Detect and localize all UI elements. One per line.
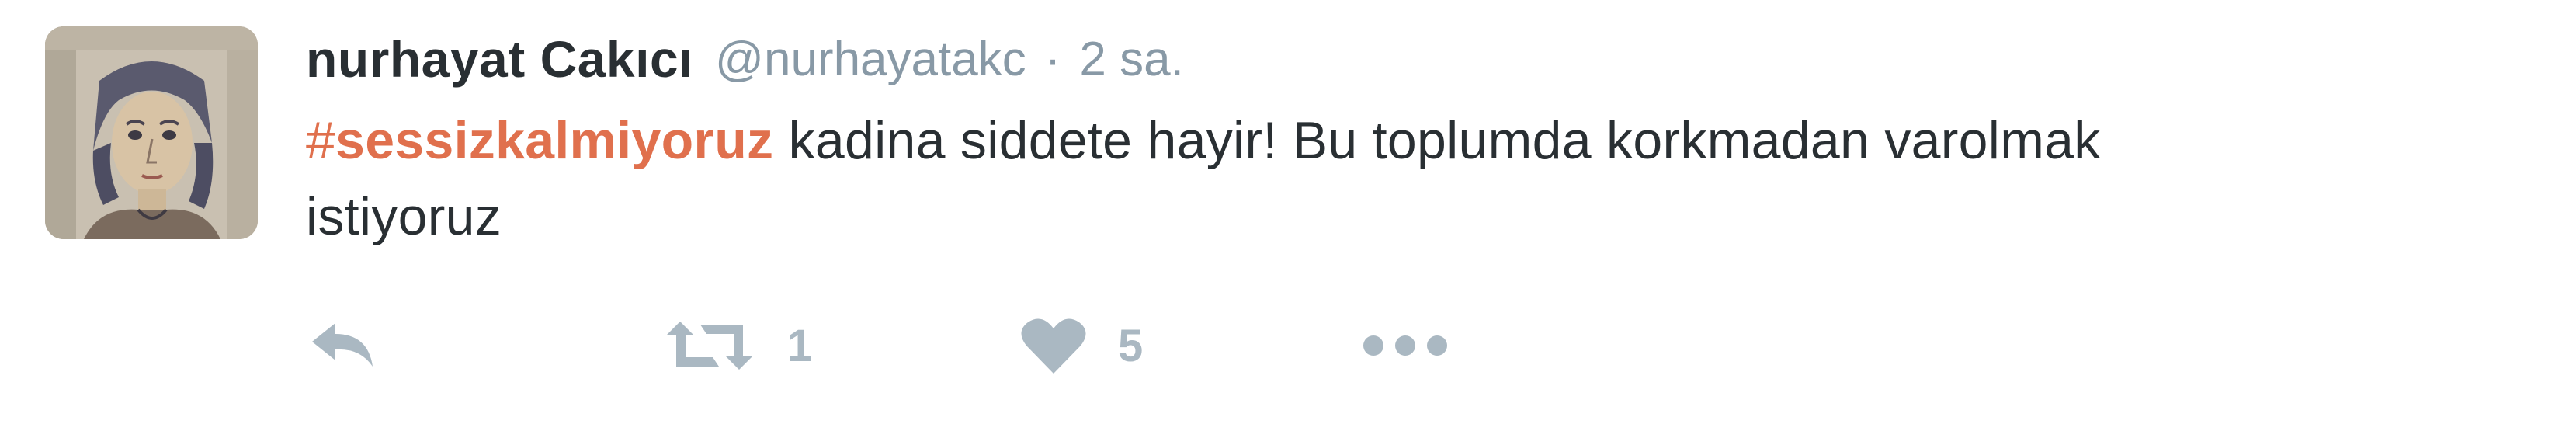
author-username[interactable]: @nurhayatakc: [715, 32, 1026, 87]
avatar-image: [45, 26, 258, 239]
hashtag-word: sessizkalmiyoruz: [335, 111, 774, 170]
tweet-timestamp[interactable]: 2 sa.: [1079, 32, 1183, 87]
more-button[interactable]: [1362, 307, 1449, 384]
reply-icon: [312, 323, 373, 367]
like-count: 5: [1118, 320, 1144, 371]
retweet-icon: [666, 322, 753, 370]
tweet-text-line2: istiyoruz: [306, 187, 502, 246]
heart-icon: [1021, 318, 1086, 374]
tweet: nurhayat Cakıcı @nurhayatakc · 2 sa. #se…: [0, 0, 2576, 431]
hashtag-symbol: #: [306, 111, 336, 170]
retweet-button[interactable]: 1: [663, 307, 812, 384]
separator-dot: ·: [1044, 32, 1061, 86]
more-dots-icon: [1363, 335, 1447, 356]
reply-button[interactable]: [306, 307, 380, 384]
tweet-text: #sessizkalmiyoruz kadina siddete hayir! …: [306, 103, 2480, 255]
retweet-count: 1: [787, 320, 813, 371]
avatar[interactable]: [45, 26, 258, 239]
tweet-header: nurhayat Cakıcı @nurhayatakc · 2 sa.: [306, 22, 1184, 96]
author-fullname[interactable]: nurhayat Cakıcı: [306, 30, 693, 89]
tweet-text-line1: kadina siddete hayir! Bu toplumda korkma…: [773, 111, 2101, 170]
like-button[interactable]: 5: [1020, 307, 1143, 384]
tweet-actions: 1 5: [306, 307, 1548, 384]
hashtag-link[interactable]: #sessizkalmiyoruz: [306, 111, 773, 170]
